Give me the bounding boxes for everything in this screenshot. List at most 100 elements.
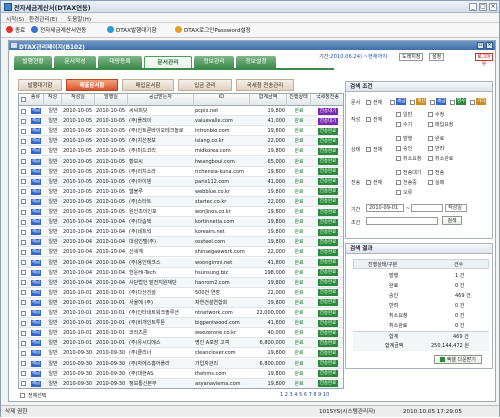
state-reject-checkbox[interactable] — [428, 146, 433, 151]
kind-1-checkbox[interactable] — [390, 100, 395, 105]
state-all-checkbox[interactable] — [366, 147, 371, 152]
pending-box-button[interactable]: DTAX발행대기함 — [107, 26, 157, 35]
nts-status-button[interactable]: 전송완료 — [317, 269, 339, 277]
table-row[interactable]: 세금 일반 2010-10-05 2010-10-05 원인조이인포 wonjinos.c… — [19, 207, 343, 218]
table-row[interactable]: 세금 일반 2010-10-04 2010-10-04 (주)용인테크스 woongimn… — [19, 257, 343, 268]
state-done-checkbox[interactable] — [428, 136, 433, 141]
table-row[interactable]: 세금 일반 2010-09-30 2010-09-30 (주)대현AS thehms.co… — [19, 369, 343, 379]
write-modify-checkbox[interactable] — [428, 112, 433, 117]
menu-help[interactable]: 도움말(H) — [67, 15, 91, 23]
row-checkbox[interactable] — [21, 260, 26, 265]
row-checkbox[interactable] — [21, 108, 26, 114]
subtab-nts[interactable]: 국세청 전송관리 — [236, 79, 294, 91]
nts-status-button[interactable]: 전송완료 — [317, 188, 339, 196]
nts-status-button[interactable]: 전송완료 — [317, 228, 339, 236]
table-row[interactable]: 세금 일반 2010-10-05 2010-10-05 (주)미드코리 midkorea.… — [19, 146, 343, 157]
nts-status-button[interactable]: 전송완료 — [317, 218, 339, 226]
nts-status-button[interactable]: 전송대기 — [317, 107, 339, 115]
row-checkbox[interactable] — [21, 209, 26, 215]
nts-status-button[interactable]: 전송완료 — [317, 309, 339, 317]
nts-status-button[interactable]: 전송완료 — [317, 370, 339, 378]
kind-4-checkbox[interactable] — [450, 100, 455, 105]
settings-button[interactable]: 설정 — [429, 53, 445, 61]
write-normal-checkbox[interactable] — [396, 112, 401, 117]
forward-button[interactable]: 도래지정 — [399, 53, 424, 61]
table-row[interactable]: 세금 일반 2010-10-04 2010-10-04 한운Hi-Tech hsunsun… — [19, 268, 343, 278]
subtab-pending[interactable]: 발행대기함 — [18, 79, 62, 91]
row-checkbox[interactable] — [21, 118, 26, 124]
send-sent-checkbox[interactable] — [428, 170, 433, 175]
kind-2-checkbox[interactable] — [410, 100, 415, 105]
table-row[interactable]: 세금 일반 2010-09-30 2010-09-30 정보통신본부 asyanaviem… — [19, 378, 343, 388]
row-checkbox[interactable] — [21, 229, 26, 235]
send-all-checkbox[interactable] — [366, 180, 371, 185]
row-checkbox[interactable] — [21, 270, 26, 276]
row-checkbox[interactable] — [21, 148, 26, 154]
table-row[interactable]: 세금 일반 2010-10-01 2010-10-01 코리즈론 weezerone.co… — [19, 328, 343, 339]
row-checkbox[interactable] — [21, 310, 26, 316]
nts-status-button[interactable]: 전송완료 — [317, 137, 339, 145]
sync-button[interactable]: 전자세금계산서연동 — [31, 26, 86, 35]
table-row[interactable]: 세금 일반 2010-10-05 2010-10-05 (주)인트론바이오테크놀로 int… — [19, 126, 343, 137]
nts-status-button[interactable]: 전송완료 — [317, 349, 339, 357]
row-checkbox[interactable] — [21, 138, 26, 144]
send-wait-checkbox[interactable] — [396, 170, 401, 175]
tab-docs[interactable]: 문서관리 — [144, 56, 192, 68]
period-from-input[interactable]: 2010-09-01 — [366, 204, 404, 212]
row-checkbox[interactable] — [21, 371, 26, 377]
nts-status-button[interactable]: 전송완료 — [317, 198, 339, 206]
table-row[interactable]: 세금 일반 2010-10-01 2010-10-01 (주)인타네트워크솔루션 ntne… — [19, 308, 343, 319]
table-row[interactable]: 세금 일반 2010-10-05 2010-10-05 (주)아이덴 paris112.c… — [19, 176, 343, 187]
nts-status-button[interactable]: 전송완료 — [317, 259, 339, 266]
table-row[interactable]: 세금 일반 2010-10-01 2010-10-01 (주)유시디에스 명인 A포장 고… — [19, 338, 343, 349]
table-row[interactable]: 세금 일반 2010-10-04 2010-10-04 (주)네트웍 koreairs.n… — [19, 227, 343, 238]
row-checkbox[interactable] — [21, 239, 26, 245]
nts-status-button[interactable]: 전송완료 — [317, 319, 339, 327]
nts-status-button[interactable]: 전송완료 — [317, 248, 339, 256]
write-manual-checkbox[interactable] — [396, 122, 401, 127]
menu-start[interactable]: 시작(S) — [6, 15, 24, 23]
nts-status-button[interactable]: 전송완료 — [317, 329, 339, 337]
row-checkbox[interactable] — [21, 189, 26, 195]
nts-status-button[interactable]: 전송완료 — [317, 279, 339, 287]
row-checkbox[interactable] — [21, 290, 26, 296]
table-row[interactable]: 세금 일반 2010-10-05 2010-10-05 황보씨 hwangboui.com… — [19, 156, 343, 167]
row-checkbox[interactable] — [21, 179, 26, 185]
send-fail-checkbox[interactable] — [428, 180, 433, 185]
keyword-input[interactable] — [366, 217, 438, 225]
pagination[interactable]: 1 2 3 4 5 6 7 8 9 10 — [280, 392, 329, 398]
row-checkbox[interactable] — [21, 381, 26, 387]
kind-3-checkbox[interactable] — [430, 100, 435, 105]
row-checkbox[interactable] — [21, 330, 26, 336]
send-progress-checkbox[interactable] — [396, 180, 401, 185]
minimize-icon[interactable]: _ — [469, 3, 477, 11]
table-row[interactable]: 세금 일반 2010-10-05 2010-10-05 (주)리치소라 richensia… — [19, 167, 343, 177]
row-checkbox[interactable] — [21, 361, 26, 366]
table-row[interactable]: 세금 일반 2010-10-05 2010-10-05 씨씨피닷 pcpix.net 19,… — [19, 106, 343, 117]
table-row[interactable]: 세금 일반 2010-10-01 2010-10-01 (주)다산건설 500건 연장 22… — [19, 288, 343, 298]
state-cancelreq-checkbox[interactable] — [396, 156, 401, 161]
state-approve-checkbox[interactable] — [396, 146, 401, 151]
table-row[interactable]: 세금 일반 2010-09-30 2010-09-30 (주)자에스홈어플라 가입자관리 6… — [19, 358, 343, 369]
row-checkbox[interactable] — [21, 169, 26, 175]
period-to-input[interactable] — [411, 204, 443, 212]
row-checkbox[interactable] — [21, 159, 26, 164]
table-row[interactable]: 세금 일반 2010-09-30 2010-09-30 (주)클리너 cleanclove… — [19, 348, 343, 359]
write-request-checkbox[interactable] — [428, 122, 433, 127]
state-issue-checkbox[interactable] — [396, 136, 401, 141]
table-row[interactable]: 세금 일반 2010-10-04 2010-10-04 대성인텔(주) ossteel.c… — [19, 237, 343, 248]
table-row[interactable]: 세금 일반 2010-10-05 2010-10-05 웹블루 webblue.co.kr… — [19, 187, 343, 197]
logout-button[interactable]: 로그아웃 — [475, 53, 493, 67]
exit-button[interactable]: 종료 — [6, 26, 25, 35]
nts-status-button[interactable]: 전송완료 — [317, 208, 339, 216]
period-type-select[interactable]: 작성일 — [445, 204, 467, 212]
nts-status-button[interactable]: 전송대기 — [317, 117, 339, 125]
subtab-purchase[interactable]: 매입문서함 — [122, 79, 174, 91]
row-checkbox[interactable] — [21, 249, 26, 255]
nts-status-button[interactable]: 전송완료 — [317, 299, 339, 307]
row-checkbox[interactable] — [21, 350, 26, 356]
tab-settings[interactable]: 정보설정 — [236, 56, 276, 68]
table-row[interactable]: 세금 일반 2010-10-05 2010-10-05 (주)플레이 valuevalle… — [19, 116, 343, 127]
row-checkbox[interactable] — [21, 340, 26, 346]
maximize-icon[interactable]: □ — [479, 3, 487, 11]
